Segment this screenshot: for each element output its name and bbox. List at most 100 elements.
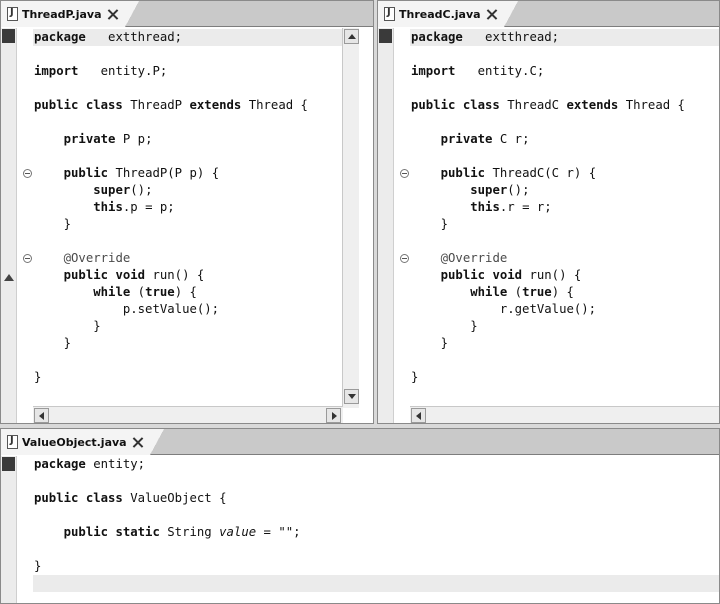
java-file-icon: [384, 7, 395, 21]
overview-ruler: [1, 456, 17, 603]
code-editor[interactable]: package extthread; import entity.P; public…: [1, 28, 373, 423]
code-token: }: [34, 319, 101, 333]
code-line: }: [34, 369, 308, 386]
fold-collapse-icon[interactable]: [400, 254, 409, 263]
code-line: public ThreadC(C r) {: [411, 165, 685, 182]
code-token: r.getValue();: [411, 302, 597, 316]
code-line: package extthread;: [34, 29, 308, 46]
overview-ruler: [378, 28, 394, 423]
code-token: while: [470, 285, 508, 299]
code-token: public class: [34, 98, 123, 112]
code-token: this: [470, 200, 500, 214]
code-token: }: [34, 217, 72, 231]
code-line: public class ThreadC extends Thread {: [411, 97, 685, 114]
code-token: }: [34, 559, 42, 573]
java-file-icon: [7, 435, 18, 449]
scroll-left-button[interactable]: [411, 408, 426, 423]
scroll-left-button[interactable]: [34, 408, 49, 423]
code-line: super();: [34, 182, 308, 199]
scroll-down-button[interactable]: [344, 389, 359, 404]
code-line: private P p;: [34, 131, 308, 148]
code-line: public void run() {: [34, 267, 308, 284]
code-token: value: [219, 525, 257, 539]
code-token: Thread {: [618, 98, 685, 112]
code-text[interactable]: package extthread; import entity.C; public…: [411, 29, 685, 386]
code-line: public class ValueObject {: [34, 490, 301, 507]
code-token: (: [130, 285, 146, 299]
scroll-up-button[interactable]: [344, 29, 359, 44]
code-text[interactable]: package extthread; import entity.P; public…: [34, 29, 308, 386]
fold-collapse-icon[interactable]: [23, 169, 32, 178]
horizontal-scrollbar[interactable]: [410, 406, 719, 423]
fold-gutter: [17, 28, 33, 423]
code-token: entity.C;: [455, 64, 545, 78]
code-token: ();: [507, 183, 530, 197]
code-token: public void: [440, 268, 523, 282]
tab-threadp[interactable]: ThreadP.java: [1, 1, 139, 27]
tab-label: ThreadP.java: [22, 7, 102, 21]
overview-ruler: [1, 28, 17, 423]
code-token: private: [63, 132, 116, 146]
code-token: package: [34, 30, 86, 44]
code-token: .r = r;: [499, 200, 552, 214]
close-icon[interactable]: [108, 9, 119, 20]
code-line: }: [34, 216, 308, 233]
current-line-highlight: [33, 575, 719, 592]
code-token: }: [411, 336, 449, 350]
code-token: ();: [130, 183, 153, 197]
code-line: @Override: [411, 250, 685, 267]
code-text[interactable]: package entity; public class ValueObject …: [34, 456, 301, 575]
code-token: entity.P;: [78, 64, 168, 78]
code-token: this: [93, 200, 123, 214]
code-line: package extthread;: [411, 29, 685, 46]
code-token: import: [34, 64, 79, 78]
code-token: @Override: [63, 251, 131, 265]
close-icon[interactable]: [487, 9, 498, 20]
code-editor[interactable]: package entity; public class ValueObject …: [1, 456, 719, 603]
horizontal-scrollbar[interactable]: [33, 406, 343, 423]
code-token: entity;: [85, 457, 146, 471]
code-token: extthread;: [85, 30, 183, 44]
tab-valueobject[interactable]: ValueObject.java: [1, 429, 164, 455]
code-token: ThreadP(P p) {: [108, 166, 220, 180]
tab-bar: ValueObject.java: [1, 429, 719, 455]
code-line: }: [34, 318, 308, 335]
close-icon[interactable]: [133, 437, 144, 448]
code-token: private: [440, 132, 493, 146]
java-file-icon: [7, 7, 18, 21]
vertical-scrollbar[interactable]: [342, 28, 359, 408]
code-token: ) {: [174, 285, 197, 299]
code-token: ThreadC(C r) {: [485, 166, 597, 180]
editor-pane-threadc: ThreadC.java package extthread; import en…: [377, 0, 720, 424]
code-line: public ThreadP(P p) {: [34, 165, 308, 182]
code-token: super: [470, 183, 508, 197]
fold-collapse-icon[interactable]: [23, 254, 32, 263]
code-line: public static String value = "";: [34, 524, 301, 541]
ruler-mark: [2, 29, 15, 43]
code-token: Thread {: [241, 98, 308, 112]
tab-threadc[interactable]: ThreadC.java: [378, 1, 518, 27]
code-editor[interactable]: package extthread; import entity.C; public…: [378, 28, 719, 423]
fold-collapse-icon[interactable]: [400, 169, 409, 178]
code-token: = "";: [256, 525, 301, 539]
code-token: ThreadC: [499, 98, 567, 112]
code-line: public void run() {: [411, 267, 685, 284]
code-line: }: [411, 318, 685, 335]
code-token: ThreadP: [122, 98, 190, 112]
code-token: run() {: [145, 268, 205, 282]
scroll-right-button[interactable]: [326, 408, 341, 423]
